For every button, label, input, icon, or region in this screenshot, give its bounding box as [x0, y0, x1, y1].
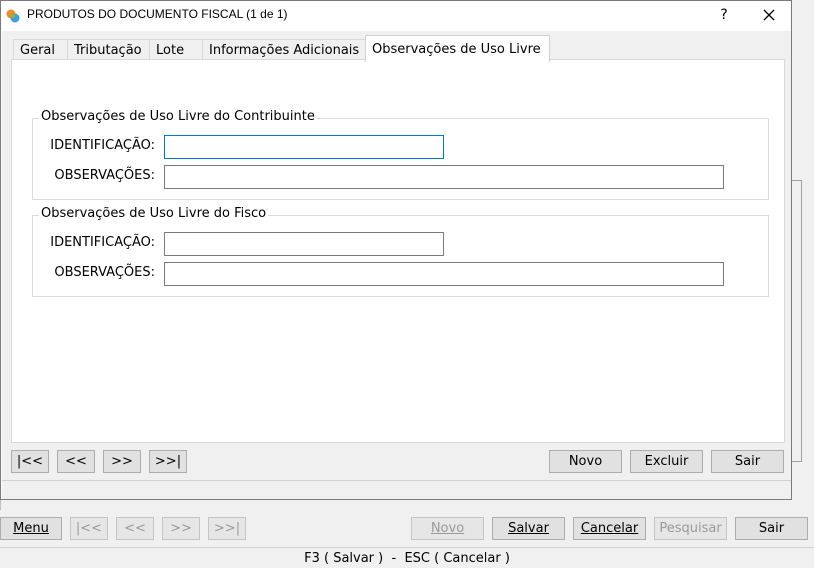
produtos-dialog: PRODUTOS DO DOCUMENTO FISCAL (1 de 1) ? … — [0, 0, 792, 500]
close-icon — [763, 9, 775, 21]
dialog-prev-record-button[interactable]: << — [57, 450, 95, 473]
main-cancelar-button[interactable]: Cancelar — [573, 517, 646, 540]
dialog-novo-button[interactable]: Novo — [549, 450, 622, 473]
app-logo-icon — [6, 9, 20, 23]
contribuinte-observacoes-label: OBSERVAÇÕES: — [54, 168, 155, 183]
main-cancelar-label: Cancelar — [580, 521, 639, 536]
dialog-first-record-button[interactable]: |<< — [11, 450, 49, 473]
contribuinte-identificacao-label: IDENTIFICAÇÃO: — [50, 138, 155, 153]
window-title: PRODUTOS DO DOCUMENTO FISCAL (1 de 1) — [27, 7, 288, 21]
menu-button[interactable]: Menu — [0, 517, 62, 540]
main-salvar-label: Salvar — [508, 521, 549, 536]
status-bar: F3 ( Salvar ) - ESC ( Cancelar ) — [0, 547, 814, 568]
tab-tributacao[interactable]: Tributação — [67, 39, 150, 61]
tab-page-observacoes: Observações de Uso Livre do Contribuinte… — [11, 59, 785, 443]
main-salvar-button[interactable]: Salvar — [492, 517, 565, 540]
main-last-record-button[interactable]: >>| — [208, 517, 246, 540]
dialog-client-area: Geral Tributação Lote Informações Adicio… — [2, 31, 791, 499]
main-sair-button[interactable]: Sair — [735, 517, 808, 540]
close-button[interactable] — [753, 4, 785, 26]
fisco-observacoes-label: OBSERVAÇÕES: — [54, 265, 155, 280]
dialog-sair-button[interactable]: Sair — [711, 450, 784, 473]
status-bar-text: F3 ( Salvar ) - ESC ( Cancelar ) — [304, 550, 510, 566]
group-contribuinte: Observações de Uso Livre do Contribuinte… — [32, 109, 769, 200]
group-fisco: Observações de Uso Livre do Fisco IDENTI… — [32, 206, 769, 297]
contribuinte-observacoes-input[interactable] — [164, 165, 724, 189]
tab-geral[interactable]: Geral — [13, 39, 69, 61]
main-prev-record-button[interactable]: << — [116, 517, 154, 540]
group-contribuinte-title: Observações de Uso Livre do Contribuinte — [39, 109, 317, 124]
main-first-record-button[interactable]: |<< — [70, 517, 108, 540]
tab-informacoes-adicionais[interactable]: Informações Adicionais — [202, 39, 366, 61]
fisco-identificacao-input[interactable] — [164, 232, 444, 256]
dialog-excluir-button[interactable]: Excluir — [630, 450, 703, 473]
dialog-last-record-button[interactable]: >>| — [149, 450, 187, 473]
menu-button-label: Menu — [13, 521, 49, 536]
group-fisco-title: Observações de Uso Livre do Fisco — [39, 206, 269, 221]
main-novo-label: Novo — [430, 521, 465, 536]
help-button[interactable]: ? — [713, 4, 735, 26]
dialog-divider — [2, 480, 791, 481]
fisco-identificacao-label: IDENTIFICAÇÃO: — [50, 235, 155, 250]
contribuinte-identificacao-input[interactable] — [164, 135, 444, 159]
tab-observacoes-uso-livre[interactable]: Observações de Uso Livre — [365, 35, 550, 62]
title-bar: PRODUTOS DO DOCUMENTO FISCAL (1 de 1) ? — [1, 1, 791, 30]
dialog-next-record-button[interactable]: >> — [103, 450, 141, 473]
tab-lote[interactable]: Lote — [149, 39, 203, 61]
main-next-record-button[interactable]: >> — [162, 517, 200, 540]
main-novo-button[interactable]: Novo — [411, 517, 484, 540]
fisco-observacoes-input[interactable] — [164, 262, 724, 286]
main-pesquisar-button[interactable]: Pesquisar — [654, 517, 727, 540]
